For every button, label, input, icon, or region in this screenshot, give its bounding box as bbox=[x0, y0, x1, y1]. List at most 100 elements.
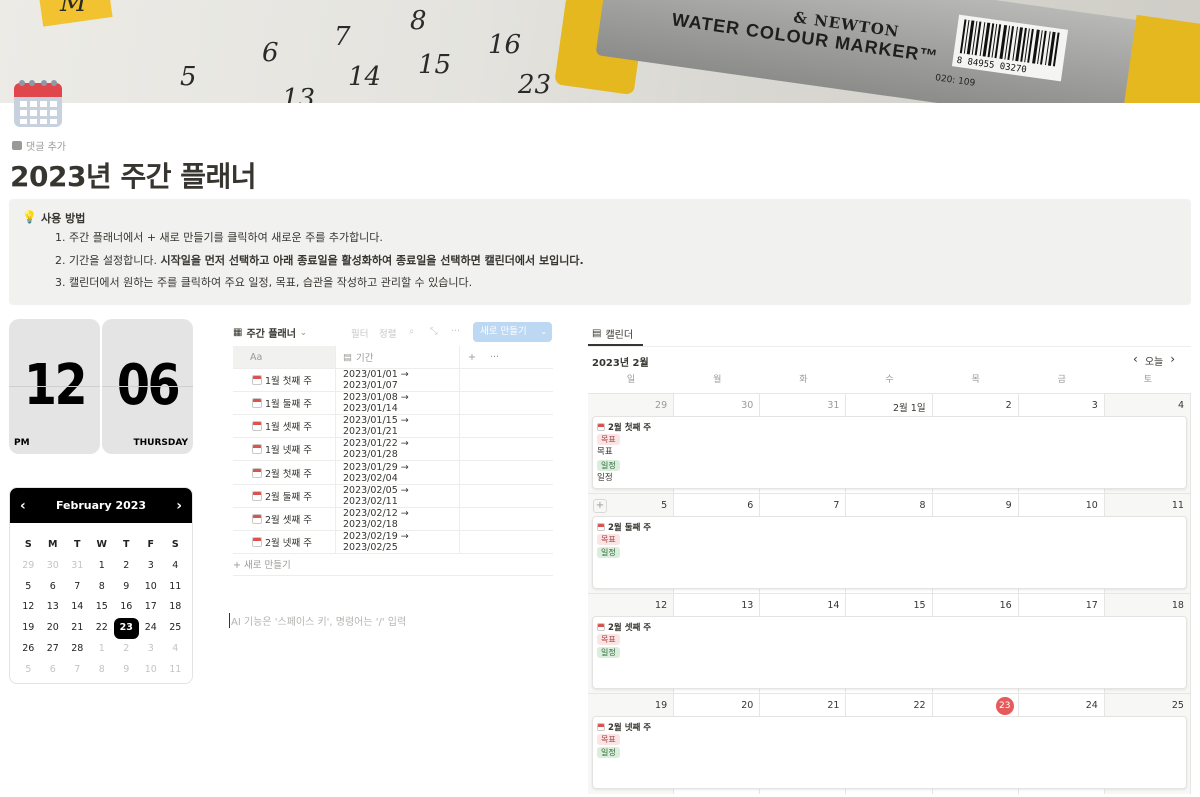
mini-calendar-day[interactable]: 3 bbox=[139, 556, 164, 577]
calendar-icon bbox=[597, 522, 605, 531]
add-column-button[interactable]: + bbox=[468, 352, 476, 363]
mini-calendar-day[interactable]: 13 bbox=[41, 597, 66, 618]
row-name-cell[interactable]: 2월 넷째 주 bbox=[233, 530, 336, 553]
today-button[interactable]: 오늘 bbox=[1145, 353, 1163, 368]
row-period-cell[interactable]: 2023/01/29 → 2023/02/04 bbox=[336, 461, 460, 484]
expand-icon[interactable]: ⤡ bbox=[430, 326, 438, 337]
mini-calendar-today[interactable]: 23 bbox=[114, 618, 139, 639]
calendar-icon[interactable] bbox=[12, 75, 64, 129]
table-row[interactable]: 2월 첫째 주 2023/01/29 → 2023/02/04 bbox=[233, 461, 553, 485]
cover-number: 15 bbox=[418, 50, 452, 80]
search-icon[interactable]: ⌕ bbox=[409, 326, 414, 337]
mini-calendar-day[interactable]: 26 bbox=[16, 639, 41, 660]
mini-calendar-day[interactable]: 6 bbox=[41, 660, 66, 681]
mini-calendar-day[interactable]: 24 bbox=[139, 618, 164, 639]
page-title[interactable]: 2023년 주간 플래너 bbox=[10, 155, 257, 195]
date-number: 16 bbox=[999, 600, 1012, 611]
table-view-tab[interactable]: ▦ 주간 플래너 ⌄ bbox=[233, 325, 307, 340]
add-row-button[interactable]: + 새로 만들기 bbox=[233, 554, 553, 576]
mini-calendar-day[interactable]: 22 bbox=[90, 618, 115, 639]
mini-calendar-day[interactable]: 15 bbox=[90, 597, 115, 618]
prev-month-button[interactable]: ‹ bbox=[20, 498, 26, 514]
row-name-cell[interactable]: 2월 둘째 주 bbox=[233, 484, 336, 507]
calendar-view-tab[interactable]: ▤ 캘린더 bbox=[592, 326, 633, 341]
row-period-cell[interactable]: 2023/01/08 → 2023/01/14 bbox=[336, 392, 460, 415]
mini-calendar-day[interactable]: 7 bbox=[65, 577, 90, 598]
table-row[interactable]: 2월 둘째 주 2023/02/05 → 2023/02/11 bbox=[233, 484, 553, 508]
calendar-week: 12 13 14 15 16 17 18 2월 셋째 주 목표 일정 bbox=[588, 594, 1191, 694]
date-number: 3 bbox=[1091, 400, 1098, 411]
row-name-cell[interactable]: 1월 셋째 주 bbox=[233, 415, 336, 438]
row-name-cell[interactable]: 1월 넷째 주 bbox=[233, 438, 336, 461]
column-header-period[interactable]: ▤ 기간 bbox=[336, 346, 460, 369]
calendar-event-card[interactable]: 2월 둘째 주 목표 일정 bbox=[592, 516, 1187, 589]
add-comment-button[interactable]: 댓글 추가 bbox=[12, 138, 66, 153]
new-page-button[interactable]: 새로 만들기 ⌄ bbox=[473, 322, 552, 342]
mini-calendar-day[interactable]: 28 bbox=[65, 639, 90, 660]
mini-calendar-day[interactable]: 9 bbox=[114, 660, 139, 681]
mini-calendar-day[interactable]: 27 bbox=[41, 639, 66, 660]
table-row[interactable]: 1월 넷째 주 2023/01/22 → 2023/01/28 bbox=[233, 438, 553, 462]
mini-calendar-day[interactable]: 8 bbox=[90, 577, 115, 598]
row-period-cell[interactable]: 2023/01/22 → 2023/01/28 bbox=[336, 438, 460, 461]
mini-calendar-day[interactable]: 18 bbox=[163, 597, 188, 618]
row-name-cell[interactable]: 2월 셋째 주 bbox=[233, 507, 336, 530]
mini-calendar-day[interactable]: 2 bbox=[114, 639, 139, 660]
calendar-event-card[interactable]: 2월 셋째 주 목표 일정 bbox=[592, 616, 1187, 689]
mini-calendar-day[interactable]: 4 bbox=[163, 556, 188, 577]
prev-month-button[interactable]: ‹ bbox=[1133, 353, 1138, 368]
column-header-name[interactable]: Aa bbox=[233, 346, 336, 369]
mini-calendar-day[interactable]: 11 bbox=[163, 577, 188, 598]
mini-calendar-day[interactable]: 7 bbox=[65, 660, 90, 681]
row-name-cell[interactable]: 1월 둘째 주 bbox=[233, 392, 336, 415]
ai-hint-placeholder[interactable]: AI 기능은 '스페이스 키', 명령어는 '/' 입력 bbox=[229, 613, 406, 628]
sort-button[interactable]: 정렬 bbox=[379, 326, 396, 340]
mini-calendar-day[interactable]: 30 bbox=[41, 556, 66, 577]
mini-calendar-day[interactable]: 11 bbox=[163, 660, 188, 681]
calendar-event-card[interactable]: 2월 넷째 주 목표 일정 bbox=[592, 716, 1187, 789]
mini-calendar-day[interactable]: 8 bbox=[90, 660, 115, 681]
row-name-cell[interactable]: 2월 첫째 주 bbox=[233, 461, 336, 484]
mini-calendar-day[interactable]: 21 bbox=[65, 618, 90, 639]
mini-calendar-day[interactable]: 6 bbox=[41, 577, 66, 598]
mini-calendar-day[interactable]: 10 bbox=[139, 660, 164, 681]
mini-calendar-day[interactable]: 16 bbox=[114, 597, 139, 618]
next-month-button[interactable]: › bbox=[176, 498, 182, 514]
row-name-cell[interactable]: 1월 첫째 주 bbox=[233, 369, 336, 392]
table-row[interactable]: 1월 셋째 주 2023/01/15 → 2023/01/21 bbox=[233, 415, 553, 439]
mini-calendar-day[interactable]: 9 bbox=[114, 577, 139, 598]
mini-calendar-day[interactable]: 12 bbox=[16, 597, 41, 618]
mini-calendar-day[interactable]: 29 bbox=[16, 556, 41, 577]
row-period-cell[interactable]: 2023/02/05 → 2023/02/11 bbox=[336, 484, 460, 507]
mini-calendar-day[interactable]: 14 bbox=[65, 597, 90, 618]
row-name: 1월 첫째 주 bbox=[265, 376, 313, 388]
mini-calendar-day[interactable]: 5 bbox=[16, 577, 41, 598]
mini-calendar-day[interactable]: 19 bbox=[16, 618, 41, 639]
mini-calendar-day[interactable]: 17 bbox=[139, 597, 164, 618]
mini-calendar-day[interactable]: 31 bbox=[65, 556, 90, 577]
filter-button[interactable]: 필터 bbox=[351, 326, 368, 340]
mini-calendar-day[interactable]: 10 bbox=[139, 577, 164, 598]
table-row[interactable]: 1월 둘째 주 2023/01/08 → 2023/01/14 bbox=[233, 392, 553, 416]
mini-calendar-day[interactable]: 5 bbox=[16, 660, 41, 681]
mini-calendar-day[interactable]: 1 bbox=[90, 556, 115, 577]
chevron-down-icon[interactable]: ⌄ bbox=[540, 322, 547, 342]
calendar-event-card[interactable]: 2월 첫째 주 목표 목표 일정 일정 bbox=[592, 416, 1187, 489]
row-period-cell[interactable]: 2023/02/19 → 2023/02/25 bbox=[336, 530, 460, 553]
row-period-cell[interactable]: 2023/02/12 → 2023/02/18 bbox=[336, 507, 460, 530]
mini-calendar-day[interactable]: 20 bbox=[41, 618, 66, 639]
table-row[interactable]: 2월 넷째 주 2023/02/19 → 2023/02/25 bbox=[233, 530, 553, 554]
mini-calendar-day[interactable]: 2 bbox=[114, 556, 139, 577]
more-icon[interactable]: ··· bbox=[490, 352, 499, 363]
mini-calendar-day[interactable]: 3 bbox=[139, 639, 164, 660]
mini-calendar-day[interactable]: 4 bbox=[163, 639, 188, 660]
row-period-cell[interactable]: 2023/01/01 → 2023/01/07 bbox=[336, 369, 460, 392]
mini-calendar-day[interactable]: 1 bbox=[90, 639, 115, 660]
row-period-cell[interactable]: 2023/01/15 → 2023/01/21 bbox=[336, 415, 460, 438]
mini-calendar-day[interactable]: 25 bbox=[163, 618, 188, 639]
table-row[interactable]: 1월 첫째 주 2023/01/01 → 2023/01/07 bbox=[233, 369, 553, 393]
next-month-button[interactable]: › bbox=[1170, 353, 1175, 368]
table-row[interactable]: 2월 셋째 주 2023/02/12 → 2023/02/18 bbox=[233, 507, 553, 531]
add-event-button[interactable]: + bbox=[593, 499, 607, 513]
more-icon[interactable]: ··· bbox=[451, 326, 460, 337]
